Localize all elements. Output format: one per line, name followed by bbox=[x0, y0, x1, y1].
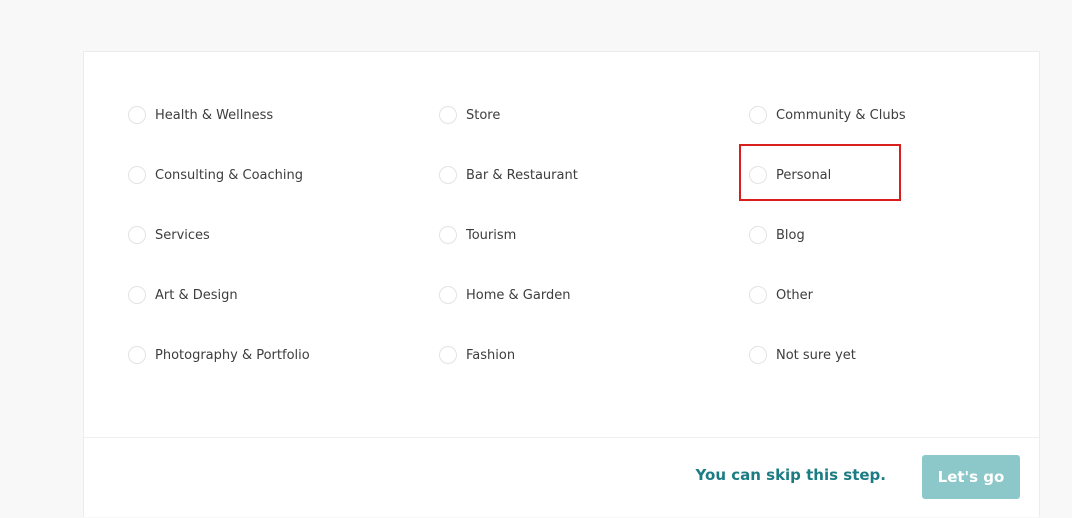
option-label: Blog bbox=[776, 227, 805, 243]
option-store[interactable]: Store bbox=[439, 100, 500, 130]
card-footer: You can skip this step. Let's go bbox=[84, 437, 1039, 518]
option-label: Home & Garden bbox=[466, 287, 571, 303]
radio-health-wellness[interactable] bbox=[128, 106, 146, 124]
option-label: Personal bbox=[776, 167, 832, 183]
radio-consulting-coaching[interactable] bbox=[128, 166, 146, 184]
skip-step-link[interactable]: You can skip this step. bbox=[696, 466, 886, 484]
radio-not-sure-yet[interactable] bbox=[749, 346, 767, 364]
radio-community-clubs[interactable] bbox=[749, 106, 767, 124]
option-blog[interactable]: Blog bbox=[749, 220, 805, 250]
radio-bar-restaurant[interactable] bbox=[439, 166, 457, 184]
category-options: Health & Wellness Store Community & Club… bbox=[84, 52, 1039, 437]
option-consulting-coaching[interactable]: Consulting & Coaching bbox=[128, 160, 303, 190]
option-label: Community & Clubs bbox=[776, 107, 906, 123]
option-bar-restaurant[interactable]: Bar & Restaurant bbox=[439, 160, 578, 190]
radio-personal[interactable] bbox=[749, 166, 767, 184]
radio-home-garden[interactable] bbox=[439, 286, 457, 304]
option-label: Services bbox=[155, 227, 210, 243]
option-label: Tourism bbox=[466, 227, 517, 243]
option-label: Fashion bbox=[466, 347, 516, 363]
radio-art-design[interactable] bbox=[128, 286, 146, 304]
option-label: Health & Wellness bbox=[155, 107, 274, 123]
option-services[interactable]: Services bbox=[128, 220, 210, 250]
option-health-wellness[interactable]: Health & Wellness bbox=[128, 100, 273, 130]
option-community-clubs[interactable]: Community & Clubs bbox=[749, 100, 906, 130]
option-label: Store bbox=[466, 107, 501, 123]
option-label: Photography & Portfolio bbox=[155, 347, 310, 363]
option-other[interactable]: Other bbox=[749, 280, 813, 310]
option-label: Art & Design bbox=[155, 287, 238, 303]
option-not-sure-yet[interactable]: Not sure yet bbox=[749, 340, 856, 370]
lets-go-button[interactable]: Let's go bbox=[922, 455, 1020, 499]
radio-photography-portfolio[interactable] bbox=[128, 346, 146, 364]
option-art-design[interactable]: Art & Design bbox=[128, 280, 238, 310]
option-fashion[interactable]: Fashion bbox=[439, 340, 515, 370]
option-label: Bar & Restaurant bbox=[466, 167, 578, 183]
radio-blog[interactable] bbox=[749, 226, 767, 244]
radio-services[interactable] bbox=[128, 226, 146, 244]
option-home-garden[interactable]: Home & Garden bbox=[439, 280, 570, 310]
option-personal[interactable]: Personal bbox=[749, 160, 831, 190]
radio-store[interactable] bbox=[439, 106, 457, 124]
option-label: Not sure yet bbox=[776, 347, 856, 363]
site-type-card: Health & Wellness Store Community & Club… bbox=[83, 51, 1040, 517]
option-photography-portfolio[interactable]: Photography & Portfolio bbox=[128, 340, 310, 370]
radio-tourism[interactable] bbox=[439, 226, 457, 244]
radio-fashion[interactable] bbox=[439, 346, 457, 364]
radio-other[interactable] bbox=[749, 286, 767, 304]
option-label: Consulting & Coaching bbox=[155, 167, 303, 183]
option-tourism[interactable]: Tourism bbox=[439, 220, 516, 250]
option-label: Other bbox=[776, 287, 813, 303]
